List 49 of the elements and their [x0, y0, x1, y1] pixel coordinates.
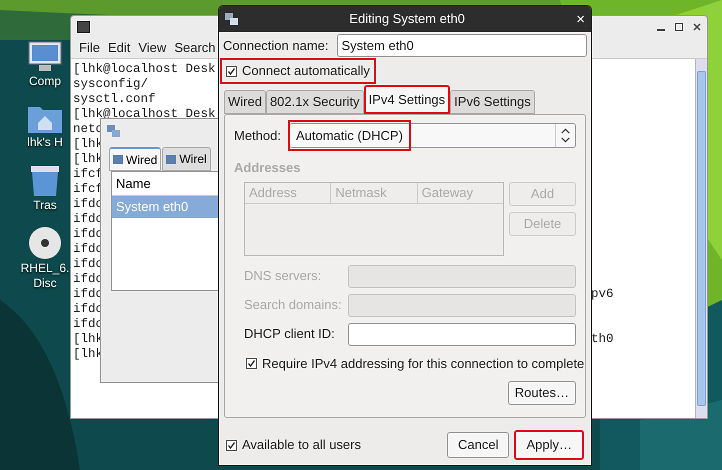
minimize-icon[interactable] [657, 28, 665, 30]
dialog-button[interactable]: Cancel [447, 432, 510, 458]
terminal-icon [77, 20, 90, 32]
tab[interactable]: IPv4 Settings [364, 85, 450, 114]
field-label: Search domains: [244, 296, 343, 314]
terminal-line: [lhk@localhost Desk [73, 107, 216, 121]
column-header: Gateway [416, 182, 503, 202]
checkbox-label: Require IPv4 addressing for this connection to complete [262, 354, 584, 373]
routes-button[interactable]: Routes… [508, 381, 576, 405]
close-button[interactable]: × [576, 12, 585, 26]
window-title: Editing System eth0 [348, 10, 466, 28]
maximize-icon[interactable] [675, 22, 683, 30]
icon-label: RHEL_6. [20, 261, 70, 276]
checkbox[interactable] [246, 358, 257, 369]
connection-name-field[interactable]: System eth0 [336, 34, 587, 57]
terminal-line: sysconfig/ [73, 77, 148, 91]
field-label: Connection name: [223, 36, 329, 55]
icon-label: Comp [28, 74, 61, 89]
menu-item[interactable]: View [138, 38, 166, 58]
terminal-line: pv6 [591, 287, 614, 302]
close-icon[interactable] [693, 22, 701, 30]
icon-label: Tras [33, 198, 57, 213]
field-label: DNS servers: [244, 267, 322, 286]
menu-item[interactable]: Search [174, 38, 216, 58]
checkbox[interactable] [226, 66, 237, 76]
field-label: Method: [234, 126, 281, 145]
column-header: Address [248, 184, 298, 202]
column-header: Netmask [330, 182, 417, 202]
tab[interactable]: Wired [109, 147, 162, 171]
tab[interactable]: Wired [224, 90, 266, 114]
menu-item[interactable]: File [79, 38, 100, 58]
checkbox-label: Available to all users [242, 436, 362, 454]
icon-label: lhk's H [27, 135, 63, 150]
terminal-line: sysctl.conf [73, 92, 156, 106]
dialog-button[interactable]: Apply… [514, 430, 584, 460]
menu-item[interactable]: Edit [108, 38, 130, 58]
field-label: DHCP client ID: [244, 325, 336, 344]
tab[interactable]: IPv6 Settings [450, 90, 535, 114]
checkbox[interactable] [226, 440, 237, 450]
method-dropdown[interactable]: Automatic (DHCP) [288, 123, 576, 148]
icon-label: Disc [33, 276, 57, 291]
terminal-line: [lhk@localhost Desk [73, 62, 216, 76]
tab[interactable]: Wirel [162, 147, 211, 171]
connect-automatically-checkbox[interactable]: Connect automatically [220, 58, 376, 84]
text-field[interactable] [348, 322, 576, 346]
tab[interactable]: 802.1x Security [266, 90, 364, 114]
terminal-line: th0 [591, 332, 614, 347]
section-heading: Addresses [234, 159, 302, 177]
scrollbar[interactable] [695, 59, 707, 418]
